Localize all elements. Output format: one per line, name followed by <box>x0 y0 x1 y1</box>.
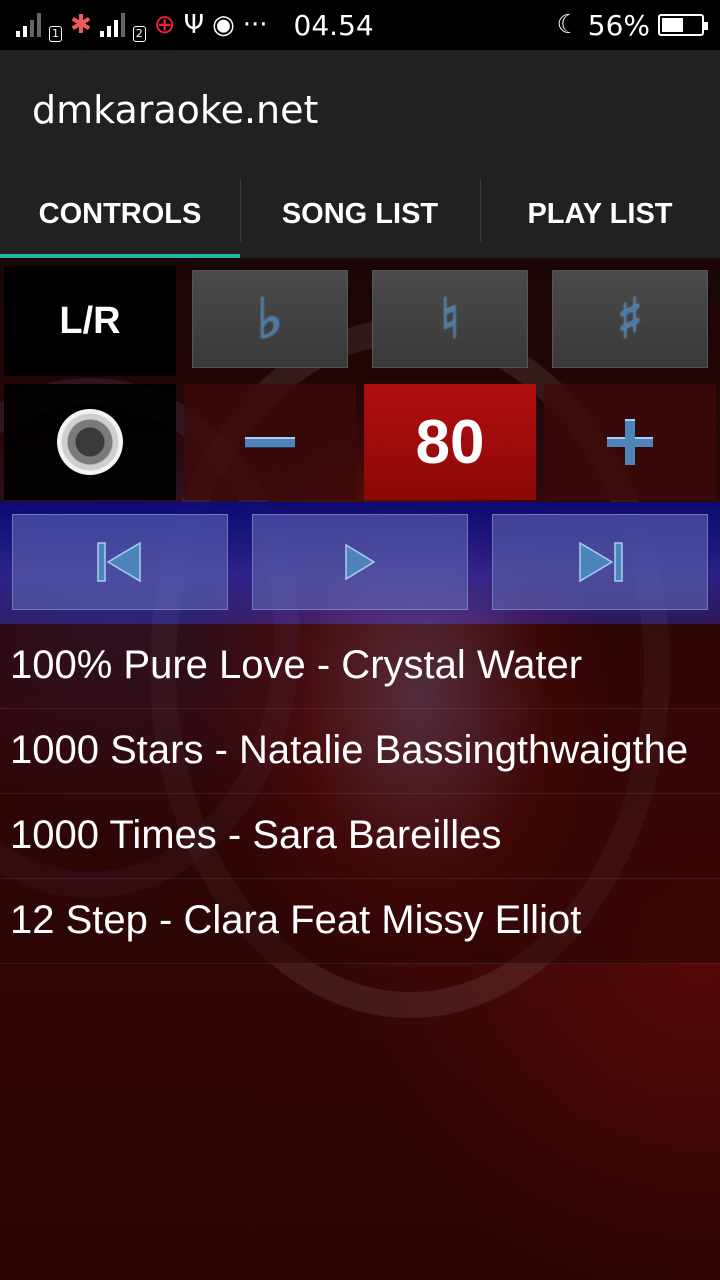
signal-icon <box>16 13 41 37</box>
tab-bar: CONTROLS SONG LIST PLAY LIST <box>0 170 720 258</box>
battery-percent: 56% <box>587 8 650 42</box>
tab-song-list[interactable]: SONG LIST <box>240 170 480 258</box>
clock: 04.54 <box>293 8 374 42</box>
play-button[interactable] <box>252 514 468 610</box>
volume-value: 80 <box>364 384 536 500</box>
battery-fill <box>662 18 684 32</box>
transport-controls <box>0 502 720 624</box>
controls-panel: L/R ♭ ♮ ♯ 80 100% Pure Love - Crystal Wa… <box>0 258 720 1280</box>
battery-icon <box>658 14 708 36</box>
tab-play-list[interactable]: PLAY LIST <box>480 170 720 258</box>
sharp-button[interactable]: ♯ <box>552 270 708 368</box>
volume-up-button[interactable] <box>544 384 716 500</box>
natural-icon: ♮ <box>439 286 460 352</box>
next-button[interactable] <box>492 514 708 610</box>
tab-controls[interactable]: CONTROLS <box>0 170 240 258</box>
usb-icon: Ψ <box>183 10 205 40</box>
status-bar: 1 ✱ 2 ⊕ Ψ ◉ ··· 04.54 ☾ 56% <box>0 0 720 50</box>
mute-button[interactable] <box>4 384 176 500</box>
channel-label: L/R <box>59 299 121 342</box>
song-queue-list: 100% Pure Love - Crystal Water 1000 Star… <box>0 624 720 964</box>
pitch-controls: L/R ♭ ♮ ♯ <box>0 266 720 376</box>
wifi-hotspot-icon: ◉ <box>212 10 235 40</box>
play-icon <box>345 543 376 581</box>
list-item[interactable]: 100% Pure Love - Crystal Water <box>0 624 720 709</box>
list-item[interactable]: 1000 Times - Sara Bareilles <box>0 794 720 879</box>
flat-button[interactable]: ♭ <box>192 270 348 368</box>
speaker-icon <box>57 409 123 475</box>
minus-icon <box>245 437 295 447</box>
channel-toggle-button[interactable]: L/R <box>4 266 176 376</box>
sharp-icon: ♯ <box>616 286 644 352</box>
sim1-badge: 1 <box>49 25 62 42</box>
skip-previous-icon <box>97 541 141 583</box>
pinwheel-icon: ✱ <box>70 10 92 40</box>
list-item[interactable]: 12 Step - Clara Feat Missy Elliot <box>0 879 720 964</box>
more-notifications-icon: ··· <box>242 10 268 40</box>
natural-button[interactable]: ♮ <box>372 270 528 368</box>
radar-icon: ⊕ <box>153 10 176 40</box>
list-item[interactable]: 1000 Stars - Natalie Bassingthwaigthe <box>0 709 720 794</box>
previous-button[interactable] <box>12 514 228 610</box>
signal-icon <box>99 13 125 37</box>
plus-icon <box>607 419 653 465</box>
volume-controls: 80 <box>0 384 720 500</box>
skip-next-icon <box>579 541 623 583</box>
app-title-bar: dmkaraoke.net <box>0 50 720 170</box>
sim2-badge: 2 <box>132 25 146 42</box>
volume-down-button[interactable] <box>184 384 356 500</box>
flat-icon: ♭ <box>256 286 284 352</box>
app-title: dmkaraoke.net <box>32 88 319 132</box>
night-mode-icon: ☾ <box>556 10 580 40</box>
